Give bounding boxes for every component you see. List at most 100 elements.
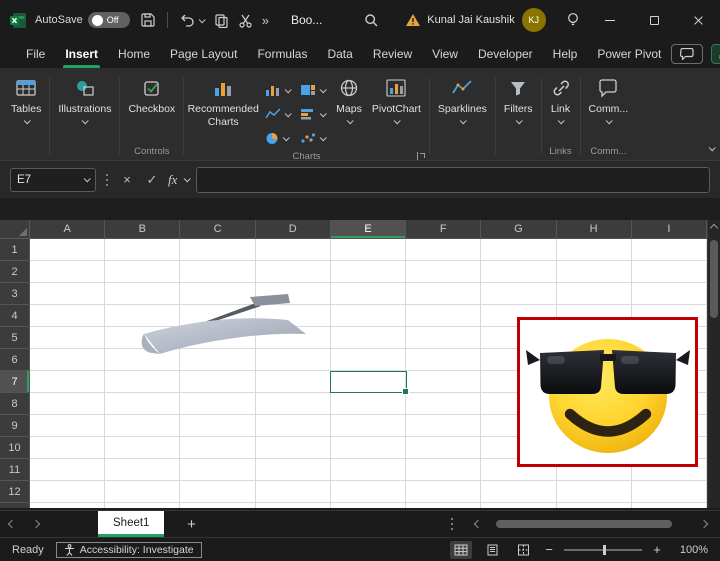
- column-header-F[interactable]: F: [406, 220, 481, 239]
- tab-home[interactable]: Home: [108, 40, 160, 68]
- cell-C10[interactable]: [180, 437, 255, 459]
- cell-H[interactable]: [557, 503, 632, 508]
- chevron-down-icon[interactable]: [84, 175, 91, 182]
- 3d-model-object[interactable]: [138, 290, 313, 365]
- sheet-nav-right-icon[interactable]: [24, 511, 48, 537]
- page-break-view-button[interactable]: [512, 541, 534, 559]
- cell-A[interactable]: [30, 503, 105, 508]
- cell-I12[interactable]: [632, 481, 707, 503]
- cell-H2[interactable]: [557, 261, 632, 283]
- cell-E4[interactable]: [331, 305, 406, 327]
- sheet-tab-sheet1[interactable]: Sheet1: [98, 511, 164, 537]
- cell-B7[interactable]: [105, 371, 180, 393]
- copy-button[interactable]: [210, 8, 234, 32]
- cell-F6[interactable]: [406, 349, 481, 371]
- row-header-7[interactable]: 7: [0, 371, 30, 393]
- page-layout-view-button[interactable]: [481, 541, 503, 559]
- cell-C11[interactable]: [180, 459, 255, 481]
- autosave-toggle[interactable]: AutoSave Off: [35, 12, 130, 28]
- hierarchy-chart-button[interactable]: [300, 78, 325, 102]
- column-header-B[interactable]: B: [105, 220, 180, 239]
- select-all-corner[interactable]: [0, 220, 30, 239]
- tab-page-layout[interactable]: Page Layout: [160, 40, 247, 68]
- cell-A3[interactable]: [30, 283, 105, 305]
- cell-A11[interactable]: [30, 459, 105, 481]
- cell-E9[interactable]: [331, 415, 406, 437]
- cell-G[interactable]: [481, 503, 556, 508]
- cell-A5[interactable]: [30, 327, 105, 349]
- vertical-scroll-thumb[interactable]: [710, 240, 718, 318]
- sunglasses-emoji-picture[interactable]: [517, 317, 698, 467]
- cell-D2[interactable]: [256, 261, 331, 283]
- vertical-scrollbar[interactable]: [707, 220, 720, 508]
- user-name[interactable]: Kunal Jai Kaushik: [427, 14, 514, 26]
- cell-H1[interactable]: [557, 239, 632, 261]
- cell-E[interactable]: [331, 503, 406, 508]
- cell-C9[interactable]: [180, 415, 255, 437]
- cell-F4[interactable]: [406, 305, 481, 327]
- drag-handle-icon[interactable]: [106, 179, 108, 181]
- row-header-1[interactable]: 1: [0, 239, 30, 261]
- maps-button[interactable]: Maps: [331, 70, 367, 124]
- zoom-slider[interactable]: [564, 549, 642, 551]
- cell-F9[interactable]: [406, 415, 481, 437]
- cell-B8[interactable]: [105, 393, 180, 415]
- cell-C[interactable]: [180, 503, 255, 508]
- cell-G2[interactable]: [481, 261, 556, 283]
- cell-F12[interactable]: [406, 481, 481, 503]
- undo-button[interactable]: [175, 8, 199, 32]
- bar-chart-button[interactable]: [300, 102, 325, 126]
- filters-button[interactable]: Filters: [499, 70, 538, 124]
- cell-C1[interactable]: [180, 239, 255, 261]
- cell-A10[interactable]: [30, 437, 105, 459]
- row-header-partial[interactable]: [0, 503, 30, 508]
- search-icon[interactable]: [364, 6, 379, 34]
- row-header-8[interactable]: 8: [0, 393, 30, 415]
- pivotchart-button[interactable]: PivotChart: [367, 70, 426, 124]
- cell-G1[interactable]: [481, 239, 556, 261]
- cell-D8[interactable]: [256, 393, 331, 415]
- cell-G3[interactable]: [481, 283, 556, 305]
- illustrations-button[interactable]: Illustrations: [53, 70, 116, 124]
- cell-C8[interactable]: [180, 393, 255, 415]
- cell-C12[interactable]: [180, 481, 255, 503]
- sheet-nav-left-icon[interactable]: [0, 511, 24, 537]
- more-commands-button[interactable]: »: [262, 13, 269, 28]
- checkbox-button[interactable]: Checkbox: [123, 70, 180, 116]
- column-header-C[interactable]: C: [180, 220, 255, 239]
- cell-F[interactable]: [406, 503, 481, 508]
- chevron-down-icon[interactable]: [184, 175, 191, 182]
- cell-I[interactable]: [632, 503, 707, 508]
- cell-E12[interactable]: [331, 481, 406, 503]
- column-header-I[interactable]: I: [632, 220, 707, 239]
- cell-E8[interactable]: [331, 393, 406, 415]
- cell-I2[interactable]: [632, 261, 707, 283]
- tab-file[interactable]: File: [16, 40, 55, 68]
- row-header-4[interactable]: 4: [0, 305, 30, 327]
- row-header-2[interactable]: 2: [0, 261, 30, 283]
- cut-button[interactable]: [234, 8, 258, 32]
- sparklines-button[interactable]: Sparklines: [433, 70, 492, 124]
- cell-D11[interactable]: [256, 459, 331, 481]
- cell-D12[interactable]: [256, 481, 331, 503]
- cell-E6[interactable]: [331, 349, 406, 371]
- autosave-switch[interactable]: Off: [88, 12, 130, 28]
- cell-H12[interactable]: [557, 481, 632, 503]
- row-header-5[interactable]: 5: [0, 327, 30, 349]
- cell-F2[interactable]: [406, 261, 481, 283]
- cell-A2[interactable]: [30, 261, 105, 283]
- lightbulb-icon[interactable]: [566, 6, 580, 34]
- cell-D[interactable]: [256, 503, 331, 508]
- line-chart-button[interactable]: [265, 102, 290, 126]
- enter-button[interactable]: ✓: [143, 172, 161, 188]
- cell-E3[interactable]: [331, 283, 406, 305]
- tab-review[interactable]: Review: [363, 40, 422, 68]
- cell-E10[interactable]: [331, 437, 406, 459]
- row-header-12[interactable]: 12: [0, 481, 30, 503]
- sheet-options-icon[interactable]: [442, 511, 462, 537]
- scatter-chart-button[interactable]: [300, 126, 325, 150]
- insert-function-button[interactable]: fx: [168, 172, 177, 188]
- horizontal-scroll-track[interactable]: [494, 514, 688, 534]
- cell-I1[interactable]: [632, 239, 707, 261]
- cell-I3[interactable]: [632, 283, 707, 305]
